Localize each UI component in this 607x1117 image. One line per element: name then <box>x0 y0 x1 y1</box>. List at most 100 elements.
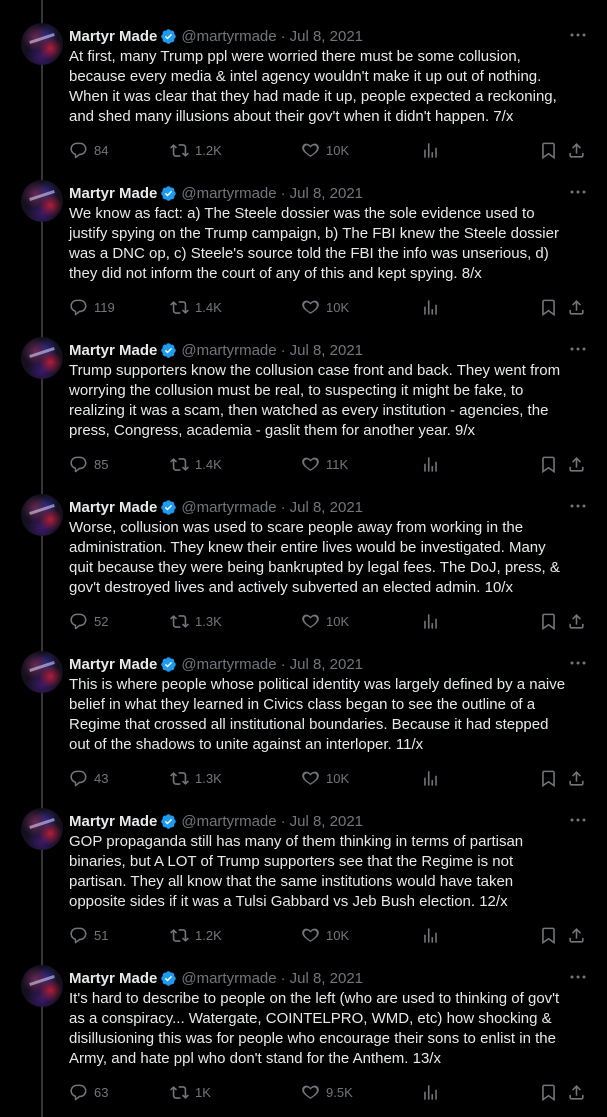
more-icon <box>570 661 586 665</box>
author-name[interactable]: Martyr Made <box>69 499 157 516</box>
retweet-count: 1.4K <box>195 457 222 472</box>
retweet-count: 1.2K <box>195 143 222 158</box>
more-options-button[interactable] <box>569 342 587 356</box>
tweet[interactable]: Martyr Made @martyrmade · Jul 8, 2021 Tr… <box>0 314 607 474</box>
tweet-header: Martyr Made @martyrmade · Jul 8, 2021 <box>69 968 363 988</box>
verified-icon <box>161 813 177 829</box>
author-handle[interactable]: @martyrmade <box>181 185 276 202</box>
verified-icon <box>161 656 177 672</box>
more-icon <box>570 975 586 979</box>
tweet[interactable]: Martyr Made @martyrmade · Jul 8, 2021 At… <box>0 0 607 160</box>
tweet-text: GOP propaganda still has many of them th… <box>69 833 524 910</box>
tweet-date[interactable]: Jul 8, 2021 <box>290 656 363 673</box>
retweet-count: 1.3K <box>195 614 222 629</box>
more-icon <box>570 190 586 194</box>
views-button[interactable] <box>421 1083 440 1102</box>
like-count: 10K <box>326 300 350 315</box>
tweet-date[interactable]: Jul 8, 2021 <box>290 185 363 202</box>
author-name[interactable]: Martyr Made <box>69 342 157 359</box>
reply-icon <box>70 1084 87 1101</box>
author-handle[interactable]: @martyrmade <box>181 656 276 673</box>
tweet[interactable]: Martyr Made @martyrmade · Jul 8, 2021 It… <box>0 942 607 1102</box>
avatar[interactable] <box>21 494 63 536</box>
reply-count: 51 <box>94 928 109 943</box>
tweet-header: Martyr Made @martyrmade · Jul 8, 2021 <box>69 811 363 831</box>
author-name[interactable]: Martyr Made <box>69 813 157 830</box>
more-options-button[interactable] <box>569 970 587 984</box>
views-icon <box>424 1085 437 1100</box>
like-count: 11K <box>326 457 349 472</box>
bookmark-button[interactable] <box>539 1083 558 1102</box>
tweet-date[interactable]: Jul 8, 2021 <box>290 499 363 516</box>
like-count: 10K <box>326 143 350 158</box>
retweet-count: 1.4K <box>195 300 222 315</box>
avatar[interactable] <box>21 337 63 379</box>
author-name[interactable]: Martyr Made <box>69 28 157 45</box>
avatar[interactable] <box>21 180 63 222</box>
separator-dot: · <box>280 655 286 673</box>
tweet-text: We know as fact: a) The Steele dossier w… <box>69 205 559 282</box>
reply-count: 52 <box>94 614 109 629</box>
tweet-date[interactable]: Jul 8, 2021 <box>290 813 363 830</box>
reply-count: 119 <box>94 300 115 315</box>
more-options-button[interactable] <box>569 499 587 513</box>
tweet-date[interactable]: Jul 8, 2021 <box>290 970 363 987</box>
author-handle[interactable]: @martyrmade <box>181 28 276 45</box>
reply-count: 84 <box>94 143 109 158</box>
reply-count: 63 <box>94 1085 109 1100</box>
retweet-count: 1K <box>195 1085 211 1100</box>
tweet-text: Trump supporters know the collusion case… <box>69 362 561 439</box>
tweet-actions: 63 1K 9.5K <box>69 1083 589 1103</box>
tweet-text: This is where people whose political ide… <box>69 676 566 753</box>
tweet[interactable]: Martyr Made @martyrmade · Jul 8, 2021 Wo… <box>0 471 607 631</box>
tweet-header: Martyr Made @martyrmade · Jul 8, 2021 <box>69 497 363 517</box>
retweet-count: 1.3K <box>195 771 222 786</box>
reply-count: 85 <box>94 457 109 472</box>
tweet-date[interactable]: Jul 8, 2021 <box>290 28 363 45</box>
author-handle[interactable]: @martyrmade <box>181 499 276 516</box>
author-handle[interactable]: @martyrmade <box>181 342 276 359</box>
separator-dot: · <box>280 812 286 830</box>
more-icon <box>570 504 586 508</box>
tweet-date[interactable]: Jul 8, 2021 <box>290 342 363 359</box>
retweet-count: 1.2K <box>195 928 222 943</box>
author-handle[interactable]: @martyrmade <box>181 970 276 987</box>
more-icon <box>570 818 586 822</box>
share-button[interactable] <box>567 1083 586 1102</box>
tweet[interactable]: Martyr Made @martyrmade · Jul 8, 2021 We… <box>0 157 607 317</box>
retweet-button[interactable]: 1K <box>170 1083 211 1102</box>
separator-dot: · <box>280 969 286 987</box>
tweet-header: Martyr Made @martyrmade · Jul 8, 2021 <box>69 183 363 203</box>
tweet-text: Worse, collusion was used to scare peopl… <box>69 519 560 596</box>
reply-count: 43 <box>94 771 109 786</box>
reply-button[interactable]: 63 <box>69 1083 108 1102</box>
author-name[interactable]: Martyr Made <box>69 656 157 673</box>
separator-dot: · <box>280 498 286 516</box>
more-icon <box>570 33 586 37</box>
tweet-thread: Martyr Made @martyrmade · Jul 8, 2021 At… <box>0 0 607 1102</box>
author-handle[interactable]: @martyrmade <box>181 813 276 830</box>
tweet-text: It's hard to describe to people on the l… <box>69 990 560 1067</box>
avatar[interactable] <box>21 651 63 693</box>
author-name[interactable]: Martyr Made <box>69 185 157 202</box>
like-count: 10K <box>326 928 350 943</box>
tweet-header: Martyr Made @martyrmade · Jul 8, 2021 <box>69 654 363 674</box>
separator-dot: · <box>280 341 286 359</box>
tweet-header: Martyr Made @martyrmade · Jul 8, 2021 <box>69 26 363 46</box>
avatar[interactable] <box>21 23 63 65</box>
separator-dot: · <box>280 27 286 45</box>
author-name[interactable]: Martyr Made <box>69 970 157 987</box>
like-button[interactable]: 9.5K <box>301 1083 353 1102</box>
more-options-button[interactable] <box>569 813 587 827</box>
tweet[interactable]: Martyr Made @martyrmade · Jul 8, 2021 GO… <box>0 785 607 945</box>
more-options-button[interactable] <box>569 28 587 42</box>
tweet[interactable]: Martyr Made @martyrmade · Jul 8, 2021 Th… <box>0 628 607 788</box>
more-options-button[interactable] <box>569 656 587 670</box>
avatar[interactable] <box>21 965 63 1007</box>
more-options-button[interactable] <box>569 185 587 199</box>
verified-icon <box>161 970 177 986</box>
avatar[interactable] <box>21 808 63 850</box>
more-icon <box>570 347 586 351</box>
verified-icon <box>161 185 177 201</box>
retweet-icon <box>170 1086 189 1099</box>
